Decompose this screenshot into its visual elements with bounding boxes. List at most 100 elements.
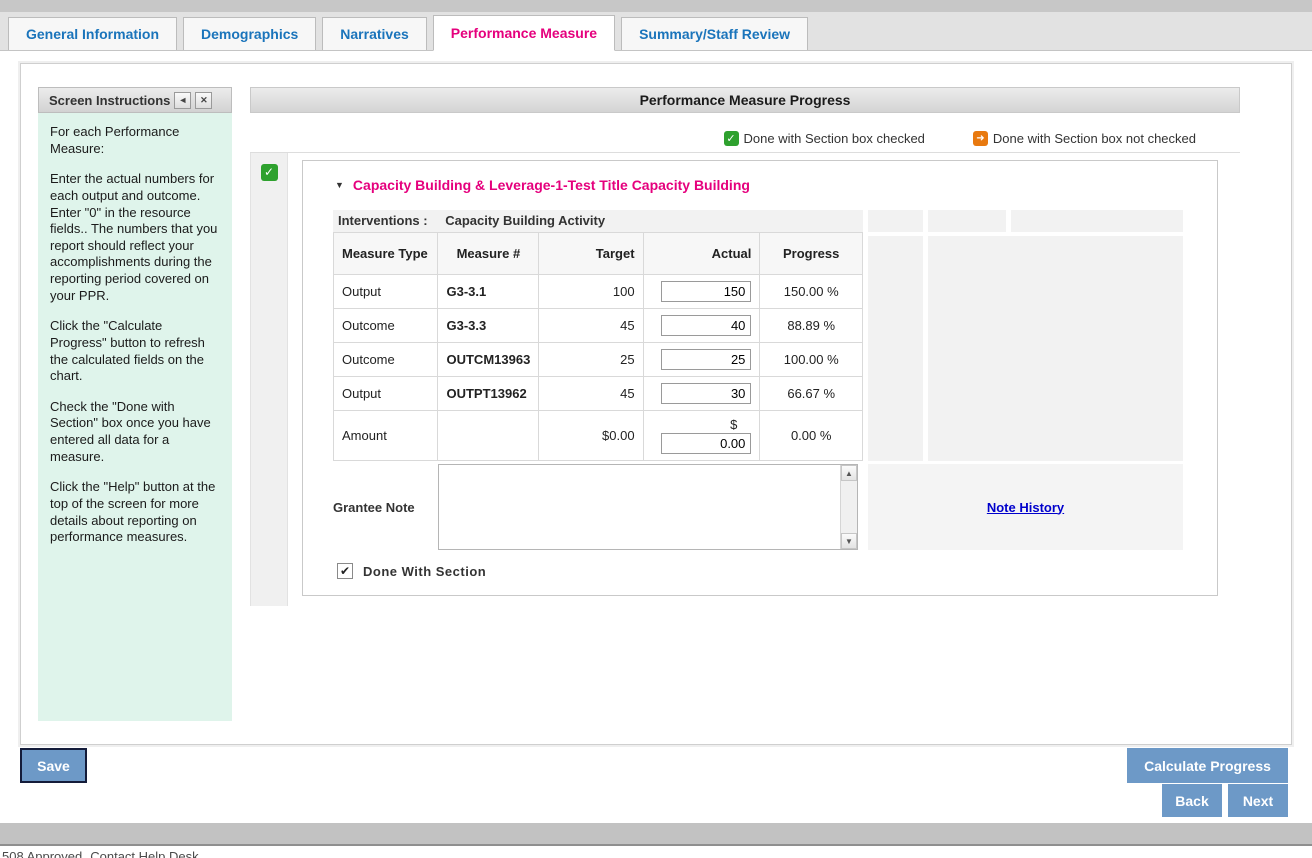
currency-symbol: $ <box>652 417 752 432</box>
interventions-row: Interventions : Capacity Building Activi… <box>333 210 1183 232</box>
interventions-label: Interventions : <box>338 213 428 228</box>
screen-instructions-sidebar: Screen Instructions ◄ ✕ For each Perform… <box>38 87 232 721</box>
instruction-paragraph: Click the "Calculate Progress" button to… <box>50 318 220 385</box>
measure-number-cell: G3-3.3 <box>438 309 539 343</box>
header-progress: Progress <box>760 233 863 275</box>
interventions-bar: Interventions : Capacity Building Activi… <box>333 210 863 232</box>
screen-instructions-header: Screen Instructions ◄ ✕ <box>38 87 232 113</box>
section-title-row: ▼ Capacity Building & Leverage-1-Test Ti… <box>335 177 1183 193</box>
tab-general-information[interactable]: General Information <box>8 17 177 50</box>
action-buttons-row: Save Calculate Progress Back Next <box>20 748 1288 818</box>
measure-number-cell <box>438 411 539 461</box>
instruction-paragraph: For each Performance Measure: <box>50 124 220 157</box>
green-check-icon: ✓ <box>724 131 739 146</box>
progress-cell: 100.00 % <box>760 343 863 377</box>
scroll-down-icon[interactable]: ▼ <box>841 533 857 549</box>
actual-input[interactable] <box>661 281 751 302</box>
header-target: Target <box>539 233 643 275</box>
actual-input[interactable] <box>661 383 751 404</box>
done-with-section-row: ✔ Done With Section <box>337 563 1183 579</box>
measure-number-cell: OUTCM13963 <box>438 343 539 377</box>
interventions-value: Capacity Building Activity <box>445 213 605 228</box>
bottom-gray-bar <box>0 823 1312 846</box>
performance-measure-table: Measure Type Measure # Target Actual Pro… <box>333 232 863 461</box>
table-row: Outcome G3-3.3 45 88.89 % <box>334 309 863 343</box>
spacer-cell <box>868 210 923 232</box>
actual-input[interactable] <box>661 315 751 336</box>
scroll-up-icon[interactable]: ▲ <box>841 465 857 481</box>
actual-cell <box>643 377 760 411</box>
measure-number-cell: OUTPT13962 <box>438 377 539 411</box>
target-cell: $0.00 <box>539 411 643 461</box>
measure-type-cell: Outcome <box>334 343 438 377</box>
target-cell: 100 <box>539 275 643 309</box>
screen-instructions-text: For each Performance Measure: Enter the … <box>38 113 232 721</box>
header-measure-number: Measure # <box>438 233 539 275</box>
actual-cell <box>643 275 760 309</box>
measure-number-cell: G3-3.1 <box>438 275 539 309</box>
top-gray-bar <box>0 0 1312 12</box>
note-history-block: Note History <box>868 464 1183 550</box>
legend-not-checked: ➜ Done with Section box not checked <box>973 131 1196 146</box>
page-title: Performance Measure Progress <box>250 87 1240 113</box>
target-cell: 45 <box>539 377 643 411</box>
spacer-column <box>868 236 923 461</box>
table-row: Outcome OUTCM13963 25 100.00 % <box>334 343 863 377</box>
grantee-note-row: Grantee Note ▲ ▼ Note History <box>333 464 1183 550</box>
section-status-column: ✓ <box>250 153 288 606</box>
table-row: Output G3-3.1 100 150.00 % <box>334 275 863 309</box>
sections-list: ✓ ▼ Capacity Building & Leverage-1-Test … <box>250 152 1240 606</box>
close-icon: ✕ <box>200 95 208 106</box>
tab-summary-staff-review[interactable]: Summary/Staff Review <box>621 17 808 50</box>
next-button[interactable]: Next <box>1226 784 1288 817</box>
collapse-triangle-icon[interactable]: ▼ <box>335 180 344 190</box>
progress-cell: 150.00 % <box>760 275 863 309</box>
amount-row: Amount $0.00 $ 0.00 % <box>334 411 863 461</box>
legend-checked-label: Done with Section box checked <box>744 131 925 146</box>
tab-bar: General Information Demographics Narrati… <box>0 12 1312 51</box>
target-cell: 25 <box>539 343 643 377</box>
table-header-row: Measure Type Measure # Target Actual Pro… <box>334 233 863 275</box>
measure-type-cell: Amount <box>334 411 438 461</box>
footer: 508 Approved Contact Help Desk <box>0 846 1312 858</box>
right-button-group: Calculate Progress Back Next <box>1125 748 1288 817</box>
section-title[interactable]: Capacity Building & Leverage-1-Test Titl… <box>353 177 750 193</box>
actual-amount-input[interactable] <box>661 433 751 454</box>
status-legend: ✓ Done with Section box checked ➜ Done w… <box>250 131 1240 146</box>
actual-input[interactable] <box>661 349 751 370</box>
textarea-scrollbar[interactable]: ▲ ▼ <box>840 465 857 549</box>
grantee-note-textarea[interactable] <box>439 465 840 549</box>
chevron-left-icon: ◄ <box>178 95 187 105</box>
spacer-column <box>928 236 1183 461</box>
grantee-note-box: ▲ ▼ <box>438 464 858 550</box>
instruction-paragraph: Check the "Done with Section" box once y… <box>50 399 220 466</box>
actual-cell <box>643 309 760 343</box>
actual-cell <box>643 343 760 377</box>
tab-narratives[interactable]: Narratives <box>322 17 427 50</box>
legend-checked: ✓ Done with Section box checked <box>724 131 925 146</box>
save-button[interactable]: Save <box>20 748 87 783</box>
instruction-paragraph: Click the "Help" button at the top of th… <box>50 479 220 546</box>
measure-type-cell: Output <box>334 377 438 411</box>
grantee-note-label: Grantee Note <box>333 464 438 550</box>
calculate-progress-button[interactable]: Calculate Progress <box>1125 748 1288 783</box>
done-with-section-label: Done With Section <box>363 564 486 579</box>
collapse-sidebar-button[interactable]: ◄ <box>174 92 191 109</box>
performance-measure-content: Performance Measure Progress ✓ Done with… <box>250 87 1240 744</box>
progress-cell: 88.89 % <box>760 309 863 343</box>
main-panel: Screen Instructions ◄ ✕ For each Perform… <box>20 63 1292 745</box>
actual-amount-cell: $ <box>643 411 760 461</box>
tab-performance-measure[interactable]: Performance Measure <box>433 15 615 51</box>
legend-not-checked-label: Done with Section box not checked <box>993 131 1196 146</box>
back-button[interactable]: Back <box>1160 784 1222 817</box>
instruction-paragraph: Enter the actual numbers for each output… <box>50 171 220 304</box>
tab-demographics[interactable]: Demographics <box>183 17 316 50</box>
close-sidebar-button[interactable]: ✕ <box>195 92 212 109</box>
target-cell: 45 <box>539 309 643 343</box>
note-history-link[interactable]: Note History <box>987 500 1064 515</box>
measure-section-panel: ▼ Capacity Building & Leverage-1-Test Ti… <box>302 160 1218 596</box>
orange-arrow-icon: ➜ <box>973 131 988 146</box>
done-with-section-checkbox[interactable]: ✔ <box>337 563 353 579</box>
footer-508-approved-link[interactable]: 508 Approved <box>2 849 82 858</box>
footer-contact-help-desk-link[interactable]: Contact Help Desk <box>90 849 198 858</box>
